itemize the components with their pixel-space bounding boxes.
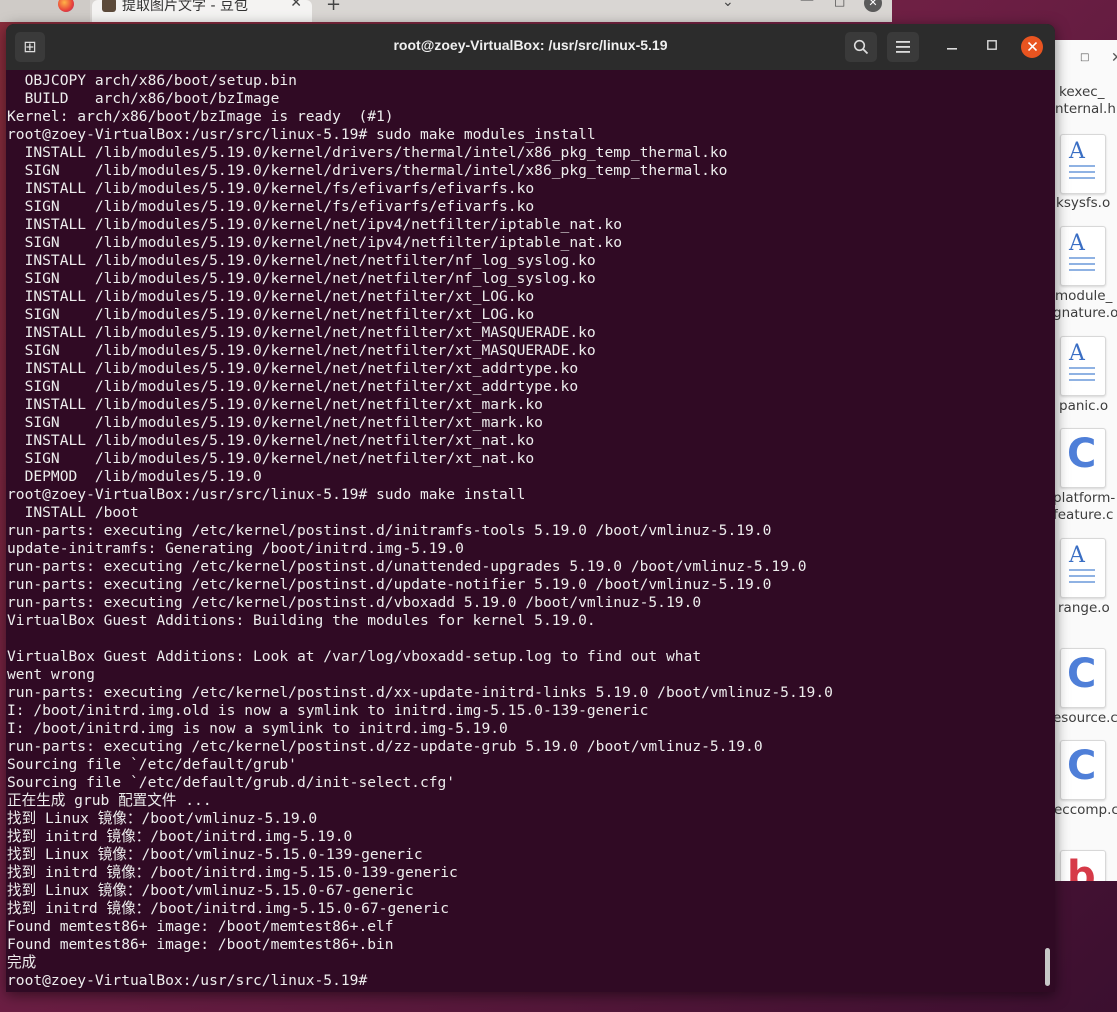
terminal-line: INSTALL /lib/modules/5.19.0/kernel/net/n…: [7, 288, 535, 305]
terminal-line: INSTALL /lib/modules/5.19.0/kernel/net/n…: [7, 360, 579, 377]
file-name-line: ksysfs.o: [1056, 195, 1111, 211]
browser-close-button[interactable]: ✕: [864, 0, 882, 12]
c-source-icon: C: [1060, 740, 1106, 800]
terminal-line: update-initramfs: Generating /boot/initr…: [7, 540, 464, 557]
file-name-line: eccomp.c: [1055, 802, 1117, 818]
chevron-down-icon[interactable]: ⌄: [722, 0, 734, 10]
terminal-line: Found memtest86+ image: /boot/memtest86+…: [7, 918, 394, 935]
close-button[interactable]: [1021, 36, 1043, 58]
file-name-line: esource.c: [1055, 710, 1117, 726]
file-name-line: nternal.h: [1055, 101, 1116, 117]
minimize-button[interactable]: [941, 36, 963, 58]
browser-maximize-button[interactable]: □: [834, 0, 845, 8]
terminal-line: VirtualBox Guest Additions: Look at /var…: [7, 648, 702, 665]
terminal-line: INSTALL /lib/modules/5.19.0/kernel/net/n…: [7, 432, 535, 449]
tab-close-icon[interactable]: ✕: [290, 0, 302, 11]
file-manager-panel: □ ✕ kexec_ nternal.h A ksysfs.o A module…: [1055, 40, 1117, 881]
file-name-line: panic.o: [1059, 398, 1109, 414]
terminal-line: run-parts: executing /etc/kernel/postins…: [7, 558, 807, 575]
terminal-line: INSTALL /lib/modules/5.19.0/kernel/fs/ef…: [7, 180, 535, 197]
terminal-line: 找到 Linux 镜像：/boot/vmlinuz-5.15.0-139-gen…: [7, 846, 423, 863]
terminal-line: 找到 initrd 镜像：/boot/initrd.img-5.15.0-139…: [7, 864, 458, 881]
terminal-line: 找到 initrd 镜像：/boot/initrd.img-5.19.0: [7, 828, 353, 845]
file-name-line: range.o: [1058, 600, 1110, 616]
browser-tab-inactive[interactable]: [0, 0, 90, 22]
terminal-line: Found memtest86+ image: /boot/memtest86+…: [7, 936, 394, 953]
tab-favicon-icon: [102, 0, 116, 12]
terminal-output[interactable]: OBJCOPY arch/x86/boot/setup.bin BUILD ar…: [7, 72, 1037, 990]
browser-minimize-button[interactable]: —: [800, 0, 814, 8]
file-name-line: module_: [1055, 288, 1113, 304]
terminal-line: run-parts: executing /etc/kernel/postins…: [7, 738, 763, 755]
terminal-line: went wrong: [7, 666, 95, 683]
document-icon: A: [1060, 226, 1106, 286]
terminal-line: run-parts: executing /etc/kernel/postins…: [7, 576, 772, 593]
terminal-line: SIGN /lib/modules/5.19.0/kernel/net/netf…: [7, 450, 535, 467]
terminal-line: I: /boot/initrd.img.old is now a symlink…: [7, 702, 649, 719]
file-name-line: gnature.o: [1055, 305, 1117, 321]
c-source-icon: C: [1060, 428, 1106, 488]
terminal-line: INSTALL /lib/modules/5.19.0/kernel/net/n…: [7, 324, 596, 341]
terminal-scrollbar[interactable]: [1045, 948, 1050, 986]
new-tab-button[interactable]: +: [326, 0, 341, 15]
terminal-line: run-parts: executing /etc/kernel/postins…: [7, 684, 833, 701]
terminal-line: 正在生成 grub 配置文件 ...: [7, 792, 212, 809]
search-icon: [853, 39, 869, 55]
terminal-line: root@zoey-VirtualBox:/usr/src/linux-5.19…: [7, 972, 377, 989]
file-manager-restore-icon[interactable]: □: [1080, 52, 1089, 63]
terminal-line: Kernel: arch/x86/boot/bzImage is ready (…: [7, 108, 394, 125]
terminal-line: INSTALL /lib/modules/5.19.0/kernel/drive…: [7, 144, 728, 161]
maximize-icon: [987, 40, 997, 50]
terminal-line: INSTALL /lib/modules/5.19.0/kernel/net/n…: [7, 396, 543, 413]
minimize-icon: [947, 48, 957, 50]
firefox-icon: [58, 0, 74, 12]
terminal-line: run-parts: executing /etc/kernel/postins…: [7, 594, 702, 611]
terminal-line: 找到 Linux 镜像：/boot/vmlinuz-5.15.0-67-gene…: [7, 882, 414, 899]
terminal-window: ⊞ root@zoey-VirtualBox: /usr/src/linux-5…: [6, 24, 1055, 992]
terminal-line: SIGN /lib/modules/5.19.0/kernel/net/netf…: [7, 414, 543, 431]
terminal-line: SIGN /lib/modules/5.19.0/kernel/drivers/…: [7, 162, 728, 179]
menu-button[interactable]: [887, 32, 919, 62]
terminal-titlebar: ⊞ root@zoey-VirtualBox: /usr/src/linux-5…: [6, 24, 1055, 70]
terminal-line: 找到 initrd 镜像：/boot/initrd.img-5.15.0-67-…: [7, 900, 449, 917]
terminal-line: root@zoey-VirtualBox:/usr/src/linux-5.19…: [7, 126, 596, 143]
terminal-line: SIGN /lib/modules/5.19.0/kernel/net/netf…: [7, 270, 596, 287]
document-icon: A: [1060, 336, 1106, 396]
file-name-line: platform-: [1055, 490, 1116, 506]
tab-title: 提取图片文字 - 豆包: [122, 0, 248, 14]
terminal-line: I: /boot/initrd.img is now a symlink to …: [7, 720, 508, 737]
terminal-line: SIGN /lib/modules/5.19.0/kernel/net/netf…: [7, 378, 579, 395]
terminal-line: INSTALL /boot: [7, 504, 139, 521]
maximize-button[interactable]: [981, 36, 1003, 58]
browser-tab-strip: 提取图片文字 - 豆包 ✕ + ⌄ — □ ✕: [0, 0, 892, 22]
terminal-line: BUILD arch/x86/boot/bzImage: [7, 90, 280, 107]
terminal-line: SIGN /lib/modules/5.19.0/kernel/net/netf…: [7, 306, 535, 323]
terminal-line: SIGN /lib/modules/5.19.0/kernel/fs/efiva…: [7, 198, 535, 215]
search-button[interactable]: [845, 32, 877, 62]
file-name-line: kexec_: [1059, 84, 1105, 100]
terminal-line: VirtualBox Guest Additions: Building the…: [7, 612, 596, 629]
document-icon: A: [1060, 538, 1106, 598]
close-icon: [1027, 41, 1037, 52]
terminal-line: INSTALL /lib/modules/5.19.0/kernel/net/n…: [7, 252, 596, 269]
file-manager-close-icon[interactable]: ✕: [1111, 50, 1117, 66]
browser-tab-active[interactable]: 提取图片文字 - 豆包 ✕: [92, 0, 312, 22]
terminal-line: SIGN /lib/modules/5.19.0/kernel/net/netf…: [7, 342, 596, 359]
hamburger-menu-icon: [896, 41, 910, 53]
terminal-line: 找到 Linux 镜像：/boot/vmlinuz-5.19.0: [7, 810, 318, 827]
terminal-line: Sourcing file `/etc/default/grub.d/init-…: [7, 774, 456, 791]
document-icon: A: [1060, 134, 1106, 194]
terminal-line: SIGN /lib/modules/5.19.0/kernel/net/ipv4…: [7, 234, 623, 251]
terminal-line: OBJCOPY arch/x86/boot/setup.bin: [7, 72, 297, 89]
terminal-line: 完成: [7, 954, 37, 971]
file-name-line: feature.c: [1055, 507, 1114, 523]
c-source-icon: C: [1060, 648, 1106, 708]
terminal-line: DEPMOD /lib/modules/5.19.0: [7, 468, 262, 485]
terminal-line: run-parts: executing /etc/kernel/postins…: [7, 522, 772, 539]
c-source-icon: b: [1060, 850, 1106, 881]
terminal-line: Sourcing file `/etc/default/grub': [7, 756, 297, 773]
terminal-line: root@zoey-VirtualBox:/usr/src/linux-5.19…: [7, 486, 526, 503]
terminal-line: INSTALL /lib/modules/5.19.0/kernel/net/i…: [7, 216, 623, 233]
